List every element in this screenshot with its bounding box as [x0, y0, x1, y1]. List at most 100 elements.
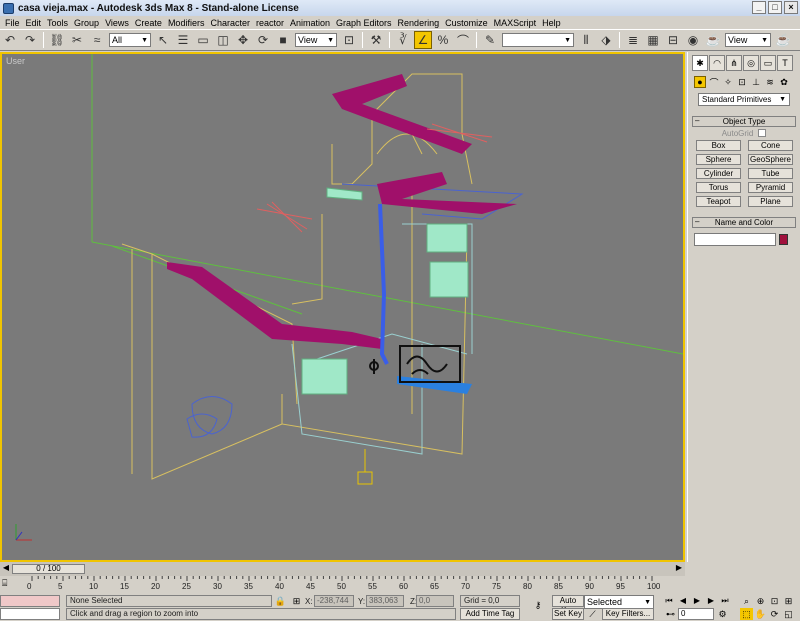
create-tab-icon[interactable]: ✱ — [692, 55, 708, 71]
menu-help[interactable]: Help — [539, 18, 564, 28]
x-coordinate-field[interactable]: -238,744 — [314, 595, 354, 607]
utilities-tab-icon[interactable]: T — [777, 55, 793, 71]
display-tab-icon[interactable]: ▭ — [760, 55, 776, 71]
unlink-icon[interactable]: ✂ — [68, 31, 86, 49]
play-icon[interactable]: ▶ — [690, 595, 704, 607]
undo-icon[interactable]: ↶ — [1, 31, 19, 49]
cameras-icon[interactable]: ⊡ — [736, 76, 748, 88]
plane-button[interactable]: Plane — [748, 196, 793, 207]
minimize-button[interactable]: _ — [752, 1, 766, 14]
edit-named-selections-icon[interactable]: ✎ — [481, 31, 499, 49]
space-warps-icon[interactable]: ≋ — [764, 76, 776, 88]
z-coordinate-field[interactable]: 0,0 — [416, 595, 454, 607]
window-crossing-icon[interactable]: ◫ — [214, 31, 232, 49]
scale-icon[interactable]: ■ — [274, 31, 292, 49]
menu-maxscript[interactable]: MAXScript — [491, 18, 540, 28]
zoom-all-icon[interactable]: ⊕ — [754, 595, 767, 607]
mirror-icon[interactable]: ⫴ — [577, 31, 595, 49]
select-by-name-icon[interactable]: ☰ — [174, 31, 192, 49]
rectangular-selection-icon[interactable]: ▭ — [194, 31, 212, 49]
maximize-button[interactable]: □ — [768, 1, 782, 14]
layer-manager-icon[interactable]: ≣ — [624, 31, 642, 49]
snap-toggle-icon[interactable]: ∛ — [394, 31, 412, 49]
selection-filter-dropdown[interactable]: All ▼ — [109, 33, 151, 47]
menu-create[interactable]: Create — [132, 18, 165, 28]
arc-rotate-icon[interactable]: ⟳ — [768, 608, 781, 620]
key-icon[interactable]: ⚷ — [528, 599, 548, 611]
key-mode-toggle-icon[interactable]: ⊷ — [664, 608, 677, 620]
render-scene-icon[interactable]: ☕ — [704, 31, 722, 49]
teapot-button[interactable]: Teapot — [696, 196, 741, 207]
shapes-icon[interactable]: ⌒ — [708, 76, 720, 88]
render-type-dropdown[interactable]: View ▼ — [725, 33, 771, 47]
close-button[interactable]: × — [784, 1, 798, 14]
time-slider-thumb[interactable]: 0 / 100 — [12, 564, 85, 574]
auto-key-button[interactable]: Auto Key — [552, 595, 584, 615]
current-frame-field[interactable]: 0 — [678, 608, 714, 620]
align-icon[interactable]: ⬗ — [597, 31, 615, 49]
systems-icon[interactable]: ✿ — [778, 76, 790, 88]
cone-button[interactable]: Cone — [748, 140, 793, 151]
user-viewport[interactable]: User — [0, 52, 685, 562]
menu-graph-editors[interactable]: Graph Editors — [333, 18, 395, 28]
region-zoom-icon[interactable]: ⬚ — [740, 608, 753, 620]
menu-views[interactable]: Views — [102, 18, 132, 28]
key-mode-dropdown[interactable]: Selected ▼ — [584, 595, 654, 609]
pan-icon[interactable]: ✋ — [754, 608, 767, 620]
autogrid-checkbox[interactable] — [758, 129, 767, 137]
zoom-extents-all-icon[interactable]: ⊞ — [782, 595, 795, 607]
geometry-icon[interactable]: ● — [694, 76, 706, 88]
time-slider-next-icon[interactable]: ▶ — [673, 563, 685, 575]
time-slider[interactable]: ◀ 0 / 100 ▶ — [0, 562, 685, 576]
select-object-icon[interactable]: ↖ — [154, 31, 172, 49]
pyramid-button[interactable]: Pyramid — [748, 182, 793, 193]
set-key-button[interactable]: Set Key — [552, 608, 584, 620]
menu-character[interactable]: Character — [207, 18, 253, 28]
lock-selection-icon[interactable]: 🔒 — [274, 595, 287, 607]
absolute-mode-icon[interactable]: ⊞ — [290, 595, 303, 607]
torus-button[interactable]: Torus — [696, 182, 741, 193]
object-color-swatch[interactable] — [779, 234, 788, 245]
box-button[interactable]: Box — [696, 140, 741, 151]
angle-snap-icon[interactable]: ∠ — [414, 31, 432, 49]
reference-coord-dropdown[interactable]: View ▼ — [295, 33, 337, 47]
maxscript-output-mini[interactable] — [0, 608, 60, 620]
tube-button[interactable]: Tube — [748, 168, 793, 179]
quick-render-icon[interactable]: ☕ — [774, 31, 792, 49]
object-name-field[interactable] — [694, 233, 776, 246]
app-icon[interactable] — [3, 2, 14, 14]
motion-tab-icon[interactable]: ◎ — [743, 55, 759, 71]
material-editor-icon[interactable]: ◉ — [684, 31, 702, 49]
menu-file[interactable]: File — [2, 18, 23, 28]
go-to-start-icon[interactable]: ⏮ — [662, 595, 676, 607]
rotate-icon[interactable]: ⟳ — [254, 31, 272, 49]
maxscript-listener-mini[interactable] — [0, 595, 60, 607]
zoom-extents-icon[interactable]: ⊡ — [768, 595, 781, 607]
track-bar[interactable]: ⌸ 0 5 10 15 20 25 30 35 40 45 50 55 60 65 70 75 80 85 90 95… — [0, 576, 685, 593]
default-tangent-icon[interactable]: ⟋ — [586, 608, 599, 620]
y-coordinate-field[interactable]: 383,063 — [366, 595, 404, 607]
object-type-rollout[interactable]: Object Type — [692, 116, 796, 127]
add-time-tag-button[interactable]: Add Time Tag — [460, 608, 520, 620]
time-slider-prev-icon[interactable]: ◀ — [0, 563, 12, 575]
redo-icon[interactable]: ↷ — [21, 31, 39, 49]
move-icon[interactable]: ✥ — [234, 31, 252, 49]
schematic-view-icon[interactable]: ⊟ — [664, 31, 682, 49]
maximize-viewport-icon[interactable]: ◱ — [782, 608, 795, 620]
hierarchy-tab-icon[interactable]: ⋔ — [726, 55, 742, 71]
sphere-button[interactable]: Sphere — [696, 154, 741, 165]
category-dropdown[interactable]: Standard Primitives ▼ — [698, 93, 790, 106]
pivot-center-icon[interactable]: ⊡ — [340, 31, 358, 49]
curve-editor-icon[interactable]: ▦ — [644, 31, 662, 49]
menu-edit[interactable]: Edit — [23, 18, 45, 28]
viewport-label[interactable]: User — [6, 56, 25, 66]
lights-icon[interactable]: ✧ — [722, 76, 734, 88]
key-filters-button[interactable]: Key Filters... — [602, 608, 654, 620]
go-to-end-icon[interactable]: ⏭ — [718, 595, 732, 607]
link-icon[interactable]: ⛓ — [48, 31, 66, 49]
menu-rendering[interactable]: Rendering — [395, 18, 443, 28]
zoom-icon[interactable]: ⌕ — [740, 595, 753, 607]
spinner-snap-icon[interactable]: ⌒ — [454, 31, 472, 49]
menu-group[interactable]: Group — [71, 18, 102, 28]
next-frame-icon[interactable]: ▶ — [704, 595, 718, 607]
